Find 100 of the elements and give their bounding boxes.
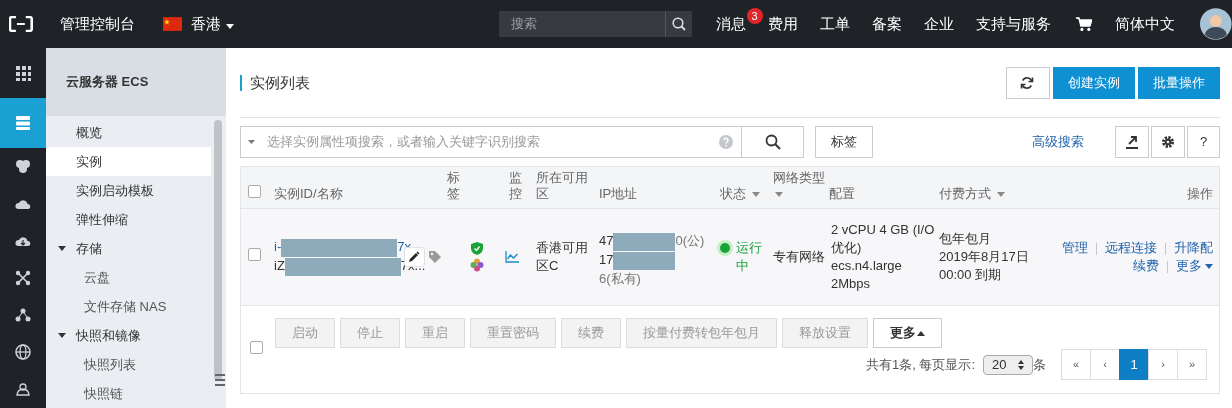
scrollbar[interactable] <box>214 120 222 380</box>
export-icon <box>1125 135 1139 149</box>
column-header[interactable]: 配置 <box>829 186 855 201</box>
config-text: 2 vCPU 4 GB (I/O 优化) <box>831 221 936 257</box>
ip-address: 0(公) <box>675 233 705 249</box>
expand-caret-icon <box>58 333 66 338</box>
instance-id-link[interactable]: 7x <box>397 239 411 255</box>
checkbox[interactable] <box>248 248 261 261</box>
status-dot <box>720 243 730 253</box>
nav-link[interactable]: 消息 <box>715 12 746 36</box>
primary-button[interactable]: 创建实例 <box>1052 66 1135 99</box>
sidebar-item[interactable]: 概览 <box>46 118 211 147</box>
config-text: ecs.n4.large <box>831 257 903 275</box>
logo-icon[interactable] <box>9 16 33 32</box>
column-header[interactable]: 付费方式 <box>939 186 991 201</box>
page-size-select[interactable]: 20 <box>983 354 1033 375</box>
collapse-toggle-icon[interactable] <box>215 373 225 387</box>
column-header[interactable]: 操作 <box>1187 186 1213 201</box>
sidebar-item[interactable]: 实例 <box>46 147 211 176</box>
page-button[interactable]: ‹ <box>1090 349 1120 380</box>
nav-link[interactable]: 备案 <box>871 12 902 36</box>
bulk-action-button[interactable]: 更多 <box>873 318 942 348</box>
network-type: 专有网络 <box>773 248 826 266</box>
filter-caret-icon[interactable] <box>775 192 783 198</box>
billing-text: 2019年8月17日 00:00 到期 <box>939 248 1029 284</box>
search-box[interactable]: 选择实例属性项搜索，或者输入关键字识别搜索 <box>240 126 742 158</box>
column-header[interactable]: IP地址 <box>599 186 638 201</box>
advanced-search-link[interactable]: 高级搜索 <box>1032 132 1084 152</box>
redaction-bar <box>613 233 676 251</box>
action-link[interactable]: 更多 <box>1176 258 1213 273</box>
sidebar-title: 云服务器 ECS <box>46 48 226 116</box>
search-box[interactable]: 搜索 <box>498 11 692 37</box>
checkbox[interactable] <box>248 185 261 198</box>
column-header[interactable]: 状态 <box>720 186 746 201</box>
console-title[interactable]: 管理控制台 <box>59 12 135 36</box>
sidebar-group[interactable]: 快照和镜像 <box>46 321 211 350</box>
search-icon <box>764 134 781 150</box>
help-icon <box>719 135 733 149</box>
help-button[interactable]: ? <box>1187 126 1220 158</box>
group-label: 存储 <box>76 239 102 258</box>
flower-icon[interactable] <box>470 258 484 273</box>
page-button[interactable]: » <box>1177 349 1207 380</box>
globe-icon <box>15 343 31 360</box>
instance-name: 7x... <box>400 258 426 273</box>
sidebar-item[interactable]: 快照链 <box>46 379 211 408</box>
nav-link[interactable]: 工单 <box>819 12 850 36</box>
column-header[interactable]: 所在可用区 <box>536 170 588 202</box>
ip-address: 17 <box>599 252 614 267</box>
tag-button[interactable]: 标签 <box>815 126 873 158</box>
column-header[interactable]: 实例ID/名称 <box>274 186 343 201</box>
avatar-icon[interactable] <box>1200 8 1232 40</box>
column-header[interactable]: 监控 <box>509 170 522 202</box>
sidebar-item[interactable]: 快照列表 <box>46 350 211 379</box>
billing-text: 包年包月 <box>939 230 992 248</box>
search-icon <box>671 17 686 31</box>
language-menu[interactable]: 简体中文 <box>1115 12 1176 36</box>
page-size-unit: 条 <box>1033 355 1046 374</box>
nav-link[interactable]: 支持与服务 <box>975 12 1051 36</box>
action-link[interactable]: 管理 <box>1062 240 1088 255</box>
nav-link[interactable]: 费用 <box>767 12 798 36</box>
ip-address: 47 <box>599 233 614 249</box>
line-chart-icon[interactable] <box>505 251 519 263</box>
sidebar-group[interactable]: 存储 <box>46 234 211 263</box>
notification-badge: 3 <box>746 8 763 24</box>
instance-name: iZ <box>274 258 285 273</box>
tag-icon[interactable] <box>427 250 442 264</box>
action-link[interactable]: 续费 <box>1133 258 1159 273</box>
action-link[interactable]: 升降配 <box>1174 240 1213 255</box>
pencil-icon <box>408 251 421 263</box>
caret-icon <box>225 23 234 29</box>
network-icon <box>15 269 31 286</box>
filter-caret-icon[interactable] <box>997 192 1005 198</box>
refresh-button[interactable] <box>1005 66 1050 99</box>
filter-caret-icon[interactable] <box>752 192 760 198</box>
settings-icon <box>1161 135 1175 149</box>
caret-icon <box>917 331 925 337</box>
page-button[interactable]: 1 <box>1119 349 1149 380</box>
server-icon <box>15 115 31 131</box>
primary-button[interactable]: 批量操作 <box>1138 66 1220 99</box>
sidebar-item[interactable]: 云盘 <box>46 263 211 292</box>
page-summary: 共有1条, 每页显示: <box>865 355 975 374</box>
settings-button[interactable] <box>1151 126 1185 158</box>
redaction-bar <box>613 251 676 270</box>
page-button[interactable]: › <box>1148 349 1178 380</box>
column-header[interactable]: 网络类型 <box>773 170 829 186</box>
nav-link[interactable]: 企业 <box>923 12 954 36</box>
action-link[interactable]: 远程连接 <box>1105 240 1157 255</box>
instance-id-link[interactable]: i- <box>274 239 282 255</box>
sidebar-item[interactable]: 实例启动模板 <box>46 176 211 205</box>
cart-icon[interactable] <box>1074 16 1093 32</box>
search-field[interactable]: 搜索 <box>498 14 665 34</box>
export-button[interactable] <box>1115 126 1149 158</box>
column-header[interactable]: 标签 <box>447 170 460 202</box>
page-button[interactable]: « <box>1061 349 1091 380</box>
checkbox[interactable] <box>250 341 263 354</box>
caret-icon <box>1205 264 1213 270</box>
sidebar-item[interactable]: 弹性伸缩 <box>46 205 211 234</box>
shield-icon[interactable] <box>471 241 483 255</box>
sidebar-item[interactable]: 文件存储 NAS <box>46 292 211 321</box>
region-dropdown[interactable]: 香港 <box>191 12 234 36</box>
